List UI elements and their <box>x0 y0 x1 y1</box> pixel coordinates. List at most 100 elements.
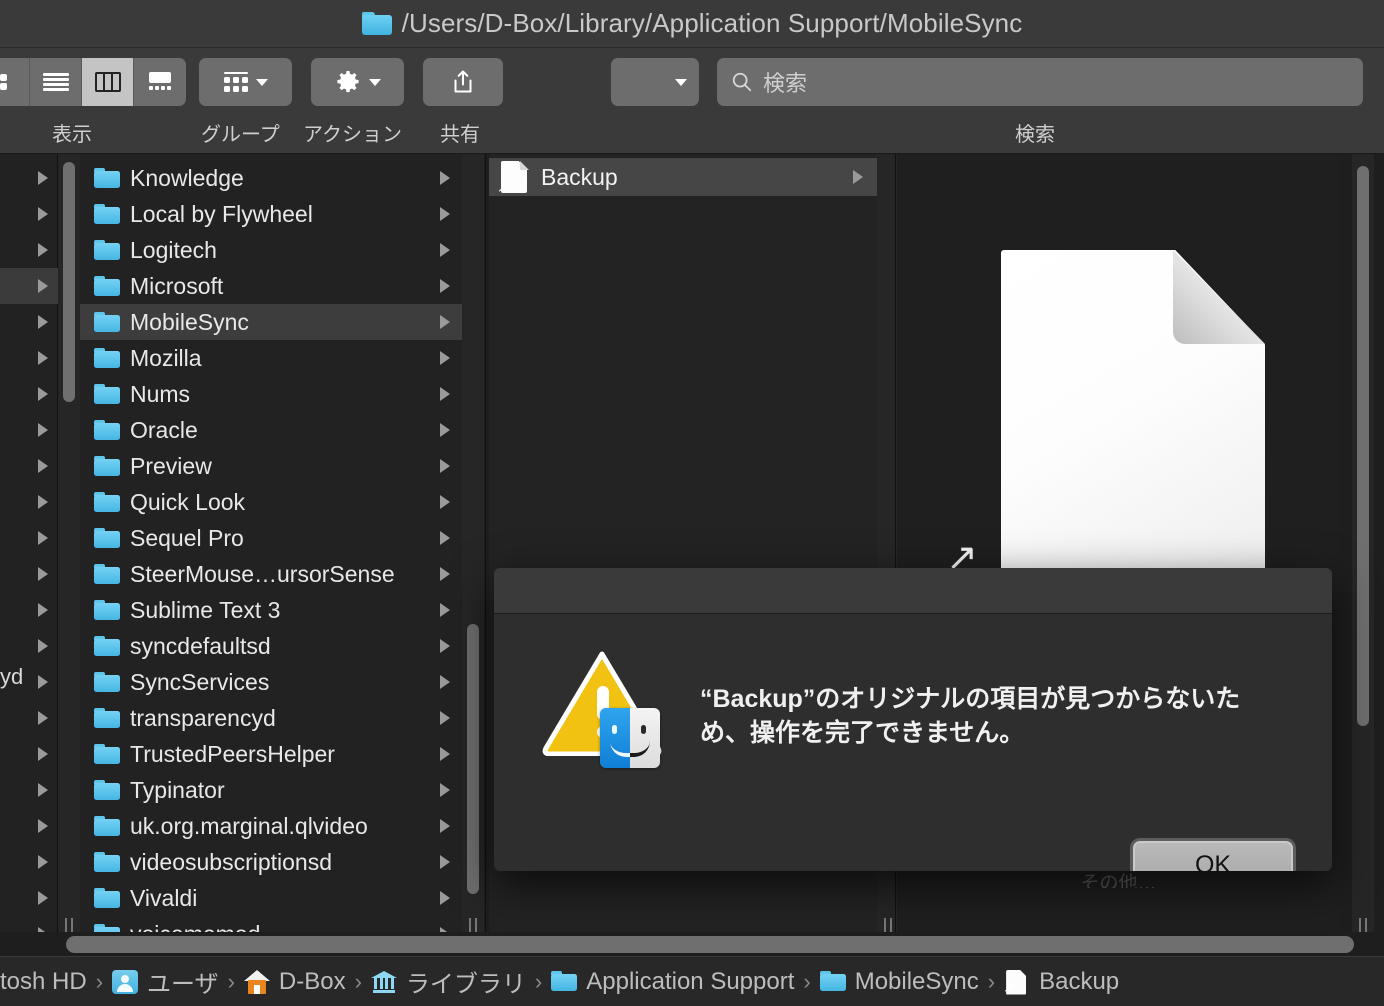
disclosure-caret-icon <box>440 783 450 797</box>
list-item-label: Vivaldi <box>130 884 198 911</box>
breadcrumb-item[interactable]: tosh HD <box>0 968 87 996</box>
disclosure-caret-icon <box>440 279 450 293</box>
breadcrumb-item[interactable]: Application Support <box>551 968 794 996</box>
disclosure-caret-icon <box>38 531 48 545</box>
folder-icon <box>94 852 120 872</box>
disclosure-caret-icon <box>38 711 48 725</box>
column-application-support[interactable]: Knowledge Local by Flywheel Logitech Micros… <box>80 154 462 944</box>
breadcrumb-label: tosh HD <box>0 967 87 995</box>
breadcrumb-item[interactable]: MobileSync <box>819 968 979 996</box>
icon-view-button[interactable] <box>0 58 30 106</box>
column-previous-scrollbar[interactable] <box>58 154 80 944</box>
action-button[interactable] <box>311 58 404 106</box>
list-item-label: transparencyd <box>130 704 276 731</box>
column-list-scrollbar[interactable] <box>462 154 484 944</box>
disclosure-caret-icon <box>440 855 450 869</box>
breadcrumb-item[interactable]: ↗ Backup <box>1003 968 1119 996</box>
disclosure-caret-icon <box>38 819 48 833</box>
list-item[interactable]: Sublime Text 3 <box>80 592 462 628</box>
disclosure-caret-icon <box>38 855 48 869</box>
disclosure-caret-icon <box>38 495 48 509</box>
disclosure-caret-icon <box>440 171 450 185</box>
alias-arrow-icon: ↗ <box>497 180 508 195</box>
disclosure-caret-icon <box>440 639 450 653</box>
breadcrumb-item[interactable]: ライブラリ <box>370 964 526 999</box>
breadcrumb-item[interactable]: D-Box <box>243 967 346 996</box>
preview-subtitle: その他… <box>1080 873 1157 888</box>
breadcrumb-label: D-Box <box>278 967 346 995</box>
scrollbar-thumb[interactable] <box>66 936 1354 953</box>
gear-icon <box>336 70 359 93</box>
chevron-down-icon <box>368 78 381 86</box>
list-item[interactable]: MobileSync <box>80 304 462 340</box>
list-item[interactable]: Logitech <box>80 232 462 268</box>
disclosure-caret-icon <box>440 495 450 509</box>
list-item[interactable]: uk.org.marginal.qlvideo <box>80 808 462 844</box>
share-button[interactable] <box>423 58 503 106</box>
list-item[interactable]: ↗ Backup <box>489 158 877 196</box>
disclosure-caret-icon <box>440 243 450 257</box>
list-item[interactable]: Preview <box>80 448 462 484</box>
list-item[interactable]: SteerMouse…ursorSense <box>80 556 462 592</box>
disclosure-caret-icon <box>38 207 48 221</box>
view-mode-segmented-control[interactable] <box>0 58 186 106</box>
list-item[interactable]: videosubscriptionsd <box>80 844 462 880</box>
list-item[interactable]: Typinator <box>80 772 462 808</box>
list-item[interactable]: TrustedPeersHelper <box>80 736 462 772</box>
list-item[interactable]: syncdefaultsd <box>80 628 462 664</box>
folder-icon <box>94 348 120 368</box>
list-item[interactable]: Sequel Pro <box>80 520 462 556</box>
folder-icon <box>94 816 120 836</box>
column-previous[interactable]: yd <box>0 154 58 944</box>
preview-scrollbar[interactable] <box>1352 154 1374 944</box>
list-item-label: Logitech <box>130 236 217 263</box>
disclosure-caret-icon <box>38 675 48 689</box>
list-item[interactable]: Vivaldi <box>80 880 462 916</box>
list-view-button[interactable] <box>30 58 82 106</box>
breadcrumb-label: Application Support <box>586 967 795 995</box>
disclosure-caret-icon <box>38 459 48 473</box>
folder-icon <box>94 780 120 800</box>
disclosure-caret-icon <box>440 603 450 617</box>
gallery-view-button[interactable] <box>134 58 186 106</box>
list-item[interactable]: SyncServices <box>80 664 462 700</box>
search-icon <box>732 72 752 92</box>
error-dialog: “Backup”のオリジナルの項目が見つからないため、操作を完了できません。 O… <box>494 568 1332 871</box>
scrollbar-thumb[interactable] <box>1357 166 1369 726</box>
list-item[interactable]: Local by Flywheel <box>80 196 462 232</box>
horizontal-scrollbar[interactable] <box>0 932 1384 956</box>
alias-document-icon <box>1001 250 1265 600</box>
list-item[interactable]: Oracle <box>80 412 462 448</box>
breadcrumb-item[interactable]: ユーザ <box>112 964 219 999</box>
toolbar-label-search: 検索 <box>1015 124 1055 146</box>
list-item[interactable]: Mozilla <box>80 340 462 376</box>
list-item-label: Mozilla <box>130 344 202 371</box>
list-item-label: SteerMouse…ursorSense <box>130 560 395 587</box>
column-view-button[interactable] <box>82 58 134 106</box>
list-item-label: Sequel Pro <box>130 524 244 551</box>
list-item-label: Quick Look <box>130 488 246 515</box>
dialog-message: “Backup”のオリジナルの項目が見つからないため、操作を完了できません。 <box>700 685 1241 748</box>
scrollbar-thumb[interactable] <box>63 162 75 402</box>
list-item[interactable]: Microsoft <box>80 268 462 304</box>
disclosure-caret-icon <box>38 603 48 617</box>
list-item[interactable]: Knowledge <box>80 160 462 196</box>
disclosure-caret-icon <box>38 279 48 293</box>
list-item-label: SyncServices <box>130 668 270 695</box>
warning-finder-icon <box>542 650 662 768</box>
breadcrumb-label: ライブラリ <box>405 971 526 998</box>
finder-window: /Users/D-Box/Library/Application Support… <box>0 0 1384 1006</box>
list-item-label: Nums <box>130 380 191 407</box>
group-button[interactable] <box>199 58 292 106</box>
list-item[interactable]: Nums <box>80 376 462 412</box>
toolbar-label-view: 表示 <box>52 124 92 146</box>
scrollbar-thumb[interactable] <box>467 624 479 894</box>
breadcrumb-separator-icon: › <box>227 968 235 994</box>
breadcrumb-separator-icon: › <box>803 968 811 994</box>
chevron-down-icon <box>255 78 268 86</box>
list-item[interactable]: Quick Look <box>80 484 462 520</box>
item-arrangement-popup[interactable] <box>611 58 699 106</box>
search-input[interactable]: 検索 <box>717 58 1363 106</box>
ok-button[interactable]: OK <box>1133 841 1293 871</box>
list-item[interactable]: transparencyd <box>80 700 462 736</box>
